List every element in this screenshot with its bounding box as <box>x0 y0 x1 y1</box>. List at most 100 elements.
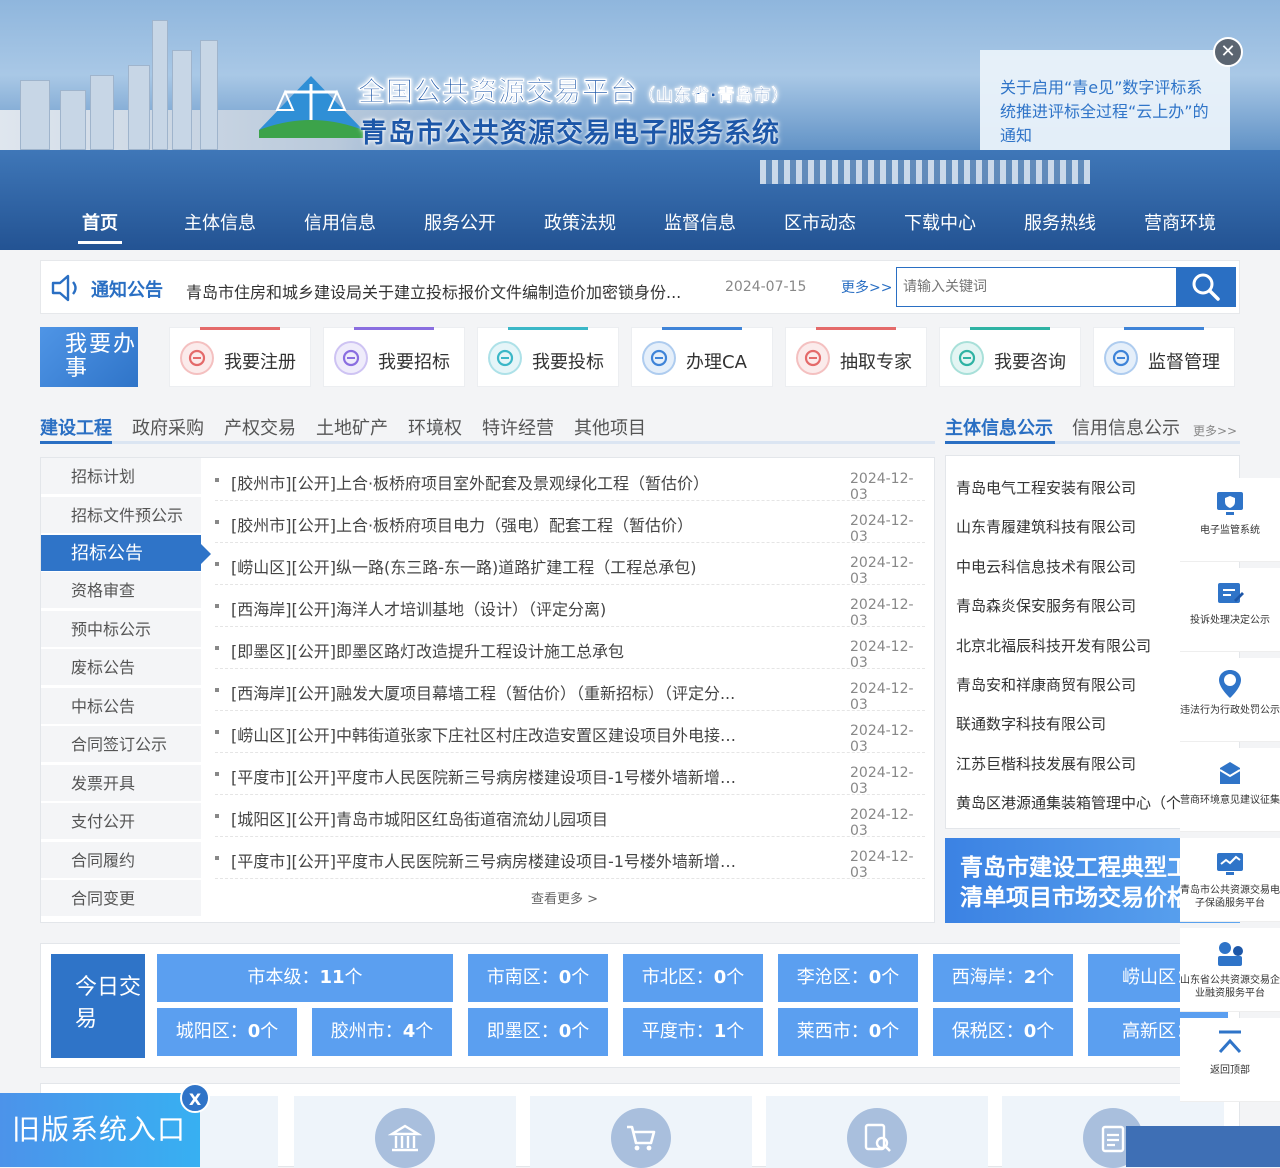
company-item[interactable]: 山东青履建筑科技有限公司 <box>956 516 1186 537</box>
row-title[interactable]: [平度市][公开]平度市人民医院新三号病房楼建设项目-1号楼外墙新增保... <box>231 848 751 872</box>
table-row[interactable]: [城阳区][公开]青岛市城阳区红岛街道宿流幼儿园项目 2024-12-03 <box>215 795 925 839</box>
district-stat[interactable]: 平度市：1个 <box>623 1008 763 1056</box>
nav-supervision[interactable]: 监督信息 <box>640 202 760 246</box>
nav-downloads[interactable]: 下载中心 <box>880 202 1000 246</box>
sidebar-item[interactable]: 招标文件预公示 <box>41 497 201 534</box>
float-item[interactable]: 电子监管系统 <box>1180 478 1280 562</box>
district-stat[interactable]: 即墨区：0个 <box>468 1008 608 1056</box>
notice-more-link[interactable]: 更多>> <box>841 277 892 297</box>
district-stat[interactable]: 莱西市：0个 <box>778 1008 918 1056</box>
sidebar-item[interactable]: 废标公告 <box>41 649 201 686</box>
old-entry-close-button[interactable]: X <box>180 1083 210 1113</box>
sidebar-item[interactable]: 支付公开 <box>41 803 201 840</box>
nav-district-news[interactable]: 区市动态 <box>760 202 880 246</box>
company-item[interactable]: 黄岛区港源通集装箱管理中心（个 <box>956 792 1186 813</box>
company-item[interactable]: 联通数字科技有限公司 <box>956 713 1186 734</box>
tab-entity-disclosure[interactable]: 主体信息公示 <box>945 414 1053 440</box>
tab-construction[interactable]: 建设工程 <box>40 414 112 440</box>
row-title[interactable]: [崂山区][公开]纵一路(东三路-东一路)道路扩建工程（工程总承包) <box>231 554 751 578</box>
tab-land-mineral[interactable]: 土地矿产 <box>316 414 388 440</box>
district-stat[interactable]: 西海岸：2个 <box>933 954 1073 1002</box>
row-title[interactable]: [西海岸][公开]海洋人才培训基地（设计）（评定分离) <box>231 596 751 620</box>
tab-credit-disclosure[interactable]: 信用信息公示 <box>1072 414 1180 440</box>
tab-gov-procurement[interactable]: 政府采购 <box>132 414 204 440</box>
district-stat[interactable]: 李沧区：0个 <box>778 954 918 1002</box>
row-title[interactable]: [胶州市][公开]上合·板桥府项目室外配套及景观绿化工程（暂估价） <box>231 470 751 494</box>
service-expert-button[interactable]: 抽取专家 <box>785 327 927 387</box>
tab-other[interactable]: 其他项目 <box>574 414 646 440</box>
nav-business-env[interactable]: 营商环境 <box>1120 202 1240 246</box>
district-stat[interactable]: 市本级：11个 <box>157 954 453 1002</box>
company-item[interactable]: 青岛森炎保安服务有限公司 <box>956 595 1186 616</box>
sidebar-item[interactable]: 预中标公示 <box>41 611 201 648</box>
company-item[interactable]: 青岛电气工程安装有限公司 <box>956 477 1186 498</box>
district-stat[interactable]: 城阳区：0个 <box>157 1008 297 1056</box>
service-card[interactable] <box>766 1096 988 1168</box>
company-item[interactable]: 中电云科信息技术有限公司 <box>956 556 1186 577</box>
float-item[interactable]: 营商环境意见建议征集 <box>1180 748 1280 832</box>
popup-close-button[interactable]: ✕ <box>1213 37 1243 67</box>
row-title[interactable]: [即墨区][公开]即墨区路灯改造提升工程设计施工总承包 <box>231 638 751 662</box>
service-card[interactable] <box>294 1096 516 1168</box>
old-system-entry[interactable]: 旧版系统入口 <box>0 1093 200 1167</box>
tab-franchise[interactable]: 特许经营 <box>482 414 554 440</box>
table-row[interactable]: [崂山区][公开]纵一路(东三路-东一路)道路扩建工程（工程总承包) 2024-1… <box>215 543 925 587</box>
notice-popup[interactable]: 关于启用“青e见”数字评标系统推进评标全过程“云上办”的通知 <box>980 50 1230 150</box>
service-tender-button[interactable]: 我要招标 <box>323 327 465 387</box>
float-item[interactable]: 山东省公共资源交易企业融资服务平台 <box>1180 928 1280 1012</box>
service-bid-button[interactable]: 我要投标 <box>477 327 619 387</box>
see-more-link[interactable]: 查看更多 > <box>531 888 598 907</box>
district-stat[interactable]: 市南区：0个 <box>468 954 608 1002</box>
sidebar-item[interactable]: 合同变更 <box>41 880 201 917</box>
sidebar-item[interactable]: 发票开具 <box>41 765 201 802</box>
nav-hotline[interactable]: 服务热线 <box>1000 202 1120 246</box>
sidebar-item[interactable]: 中标公告 <box>41 688 201 725</box>
sidebar-item[interactable]: 招标公告 <box>41 535 211 572</box>
table-row[interactable]: [胶州市][公开]上合·板桥府项目电力（强电）配套工程（暂估价） 2024-12-… <box>215 501 925 545</box>
table-row[interactable]: [崂山区][公开]中韩街道张家下庄社区村庄改造安置区建设项目外电接入... 202… <box>215 711 925 755</box>
float-item[interactable]: 违法行为行政处罚公示 <box>1180 658 1280 742</box>
tab-environment[interactable]: 环境权 <box>408 414 462 440</box>
notice-text[interactable]: 青岛市住房和城乡建设局关于建立投标报价文件编制造价加密锁身份... <box>186 279 686 303</box>
row-title[interactable]: [崂山区][公开]中韩街道张家下庄社区村庄改造安置区建设项目外电接入... <box>231 722 751 746</box>
info-more-link[interactable]: 更多>> <box>1193 422 1237 439</box>
sidebar-item[interactable]: 招标计划 <box>41 458 201 495</box>
search-input[interactable] <box>896 267 1176 307</box>
nav-service-public[interactable]: 服务公开 <box>400 202 520 246</box>
float-item[interactable]: 青岛市公共资源交易电子保函服务平台 <box>1180 838 1280 922</box>
float-item[interactable]: 投诉处理决定公示 <box>1180 568 1280 652</box>
nav-entity-info[interactable]: 主体信息 <box>160 202 280 246</box>
company-item[interactable]: 北京北福辰科技开发有限公司 <box>956 635 1186 656</box>
sidebar-item[interactable]: 合同履约 <box>41 842 201 879</box>
table-row[interactable]: [西海岸][公开]海洋人才培训基地（设计）（评定分离) 2024-12-03 <box>215 585 925 629</box>
service-ca-button[interactable]: 办理CA <box>631 327 773 387</box>
table-row[interactable]: [平度市][公开]平度市人民医院新三号病房楼建设项目-1号楼外墙新增保... 20… <box>215 837 925 881</box>
service-register-button[interactable]: 我要注册 <box>169 327 311 387</box>
district-stat[interactable]: 胶州市：4个 <box>312 1008 452 1056</box>
table-row[interactable]: [西海岸][公开]融发大厦项目幕墙工程（暂估价）（重新招标）（评定分... 202… <box>215 669 925 713</box>
popup-text[interactable]: 关于启用“青e见”数字评标系统推进评标全过程“云上办”的通知 <box>1000 78 1209 145</box>
company-item[interactable]: 江苏巨楷科技发展有限公司 <box>956 753 1186 774</box>
service-consult-button[interactable]: 我要咨询 <box>939 327 1081 387</box>
sidebar-item[interactable]: 合同签订公示 <box>41 726 201 763</box>
row-title[interactable]: [西海岸][公开]融发大厦项目幕墙工程（暂估价）（重新招标）（评定分... <box>231 680 751 704</box>
nav-policy[interactable]: 政策法规 <box>520 202 640 246</box>
service-supervision-button[interactable]: 监督管理 <box>1093 327 1235 387</box>
table-row[interactable]: [即墨区][公开]即墨区路灯改造提升工程设计施工总承包 2024-12-03 <box>215 627 925 671</box>
row-title[interactable]: [城阳区][公开]青岛市城阳区红岛街道宿流幼儿园项目 <box>231 806 751 830</box>
service-card[interactable] <box>530 1096 752 1168</box>
row-title[interactable]: [胶州市][公开]上合·板桥府项目电力（强电）配套工程（暂估价） <box>231 512 751 536</box>
sidebar-item[interactable]: 资格审查 <box>41 572 201 609</box>
company-item[interactable]: 青岛安和祥康商贸有限公司 <box>956 674 1186 695</box>
district-stat[interactable]: 保税区：0个 <box>933 1008 1073 1056</box>
search-button[interactable] <box>1176 267 1236 307</box>
nav-home[interactable]: 首页 <box>40 202 160 246</box>
tab-property[interactable]: 产权交易 <box>224 414 296 440</box>
table-row[interactable]: [平度市][公开]平度市人民医院新三号病房楼建设项目-1号楼外墙新增保... 20… <box>215 753 925 797</box>
district-stat[interactable]: 市北区：0个 <box>623 954 763 1002</box>
nav-credit-info[interactable]: 信用信息 <box>280 202 400 246</box>
row-title[interactable]: [平度市][公开]平度市人民医院新三号病房楼建设项目-1号楼外墙新增保... <box>231 764 751 788</box>
service-label: 办理CA <box>686 352 747 373</box>
table-row[interactable]: [胶州市][公开]上合·板桥府项目室外配套及景观绿化工程（暂估价） 2024-12… <box>215 459 925 503</box>
float-item[interactable]: 返回顶部 <box>1180 1018 1280 1102</box>
